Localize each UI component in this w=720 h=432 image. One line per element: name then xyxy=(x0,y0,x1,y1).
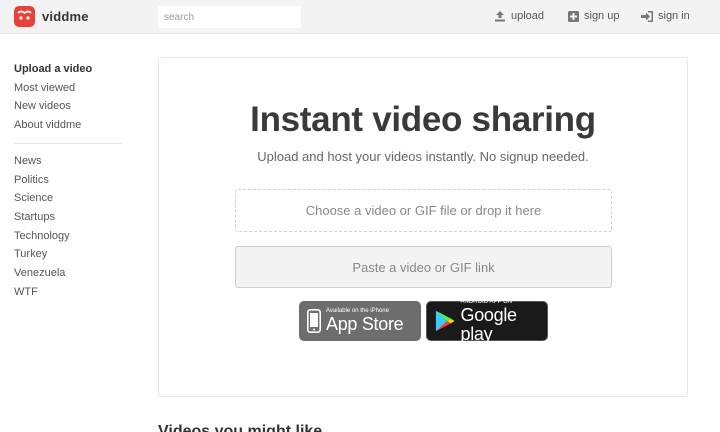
google-play-badge[interactable]: ANDROID APP ON Google play xyxy=(426,299,548,344)
sidebar-item-venezuela[interactable]: Venezuela xyxy=(14,264,124,283)
signin-label: sign in xyxy=(658,10,690,22)
logo-text: viddme xyxy=(42,9,89,24)
sidebar-item-about-viddme[interactable]: About viddme xyxy=(14,116,124,135)
upload-icon xyxy=(495,11,505,22)
app-store-big-text: App Store xyxy=(326,314,404,334)
signup-label: sign up xyxy=(584,10,620,22)
section-heading: Videos you might like xyxy=(158,424,458,432)
page-subtitle: Upload and host your videos instantly. N… xyxy=(257,149,589,164)
sidebar-item-startups[interactable]: Startups xyxy=(14,208,124,227)
app-store-badge[interactable]: Available on the iPhone App Store xyxy=(299,301,421,341)
upload-card: Instant video sharing Upload and host yo… xyxy=(158,57,688,397)
sidebar-item-politics[interactable]: Politics xyxy=(14,171,124,190)
sign-in-icon xyxy=(641,10,653,22)
page-title: Instant video sharing xyxy=(250,100,596,139)
file-dropzone[interactable]: Choose a video or GIF file or drop it he… xyxy=(235,189,612,232)
dropzone-label: Choose a video or GIF file or drop it he… xyxy=(305,203,542,218)
sidebar-item-wtf[interactable]: WTF xyxy=(14,283,124,302)
sidebar-item-technology[interactable]: Technology xyxy=(14,227,124,246)
top-header: viddme upload sign up sign in xyxy=(0,0,720,34)
sidebar: Upload a video Most viewed New videos Ab… xyxy=(14,60,124,301)
sidebar-item-upload-a-video[interactable]: Upload a video xyxy=(14,60,124,79)
google-play-big-text: Google play xyxy=(460,304,518,344)
sidebar-item-new-videos[interactable]: New videos xyxy=(14,97,124,116)
sidebar-divider xyxy=(14,142,122,144)
signin-link[interactable]: sign in xyxy=(641,10,690,22)
signup-link[interactable]: sign up xyxy=(568,10,619,22)
sidebar-item-turkey[interactable]: Turkey xyxy=(14,245,124,264)
sidebar-item-science[interactable]: Science xyxy=(14,189,124,208)
google-play-icon xyxy=(435,310,455,332)
upload-link[interactable]: upload xyxy=(494,10,544,22)
section-heading-text: Videos you might like xyxy=(158,424,458,432)
iphone-icon xyxy=(307,309,321,333)
plus-square-icon xyxy=(568,10,579,22)
logo[interactable]: viddme xyxy=(14,6,89,27)
sidebar-item-news[interactable]: News xyxy=(14,152,124,171)
upload-label: upload xyxy=(511,10,545,22)
paste-link-label: Paste a video or GIF link xyxy=(352,259,495,275)
viddme-logo-icon xyxy=(14,6,35,27)
paste-link-button[interactable]: Paste a video or GIF link xyxy=(235,246,612,288)
search-input[interactable] xyxy=(158,6,301,28)
sidebar-item-most-viewed[interactable]: Most viewed xyxy=(14,79,124,98)
